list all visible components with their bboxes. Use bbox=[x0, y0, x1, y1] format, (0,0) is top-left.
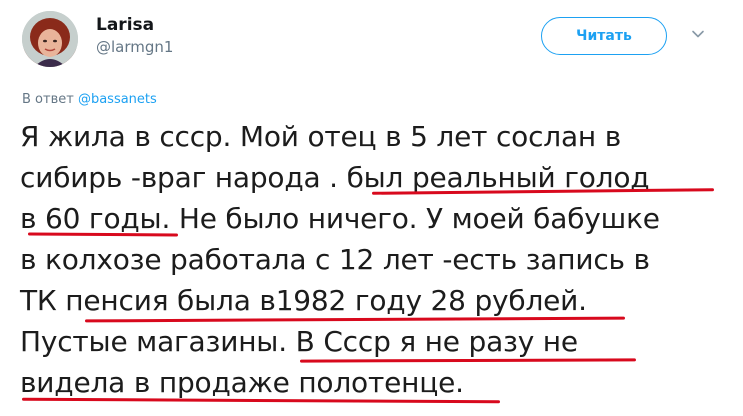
tweet-line: Я жила в ссср. Мой отец в 5 лет сослан в bbox=[20, 120, 622, 153]
tweet-card: Larisa @larmgn1 Читать В ответ @bassanet… bbox=[0, 0, 743, 416]
tweet-line: видела в продаже полотенце. bbox=[20, 366, 464, 399]
tweet-line: ТК пенсия была в1982 году 28 рублей. bbox=[20, 284, 587, 317]
user-name[interactable]: Larisa bbox=[96, 15, 154, 35]
chevron-down-icon[interactable] bbox=[690, 26, 706, 42]
reply-context: В ответ @bassanets bbox=[22, 92, 157, 107]
tweet-line: Пустые магазины. В Ссср я не разу не bbox=[20, 325, 578, 358]
user-handle[interactable]: @larmgn1 bbox=[96, 38, 173, 56]
avatar[interactable] bbox=[22, 11, 78, 67]
reply-prefix: В ответ bbox=[22, 92, 74, 107]
avatar-photo bbox=[22, 11, 78, 67]
reply-mention-link[interactable]: @bassanets bbox=[78, 92, 157, 107]
follow-button[interactable]: Читать bbox=[541, 17, 667, 55]
tweet-line: в колхозе работала с 12 лет -есть запись… bbox=[20, 243, 650, 276]
